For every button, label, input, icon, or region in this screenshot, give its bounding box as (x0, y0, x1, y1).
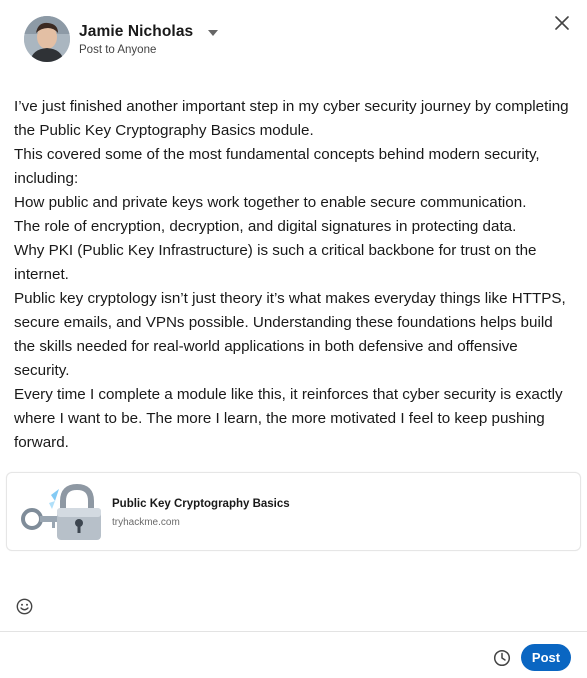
editor-paragraph: This covered some of the most fundamenta… (14, 146, 540, 187)
user-avatar-icon (24, 16, 70, 62)
link-preview-card[interactable]: Public Key Cryptography Basics tryhackme… (6, 472, 581, 551)
post-composer-header: Jamie Nicholas Post to Anyone (0, 0, 587, 80)
post-button[interactable]: Post (521, 644, 571, 671)
close-icon (555, 16, 569, 30)
post-visibility: Post to Anyone (79, 44, 157, 56)
schedule-post-button[interactable] (492, 648, 512, 668)
author-name: Jamie Nicholas (79, 23, 194, 41)
padlock-key-icon (19, 481, 105, 542)
footer-divider (0, 631, 587, 632)
editor-paragraph: Public key cryptology isn’t just theory … (14, 290, 566, 379)
editor-paragraph: The role of encryption, decryption, and … (14, 218, 517, 235)
link-preview-title: Public Key Cryptography Basics (112, 498, 290, 510)
author-selector[interactable]: Jamie Nicholas (79, 23, 218, 41)
emoji-button[interactable] (15, 597, 33, 615)
link-preview-domain: tryhackme.com (112, 517, 180, 528)
editor-paragraph: How public and private keys work togethe… (14, 194, 527, 211)
editor-paragraph: I’ve just finished another important ste… (14, 98, 569, 139)
avatar[interactable] (24, 16, 70, 62)
editor-paragraph: Every time I complete a module like this… (14, 386, 563, 451)
smiley-icon (16, 598, 32, 614)
clock-icon (493, 649, 511, 667)
editor-paragraph: Why PKI (Public Key Infrastructure) is s… (14, 242, 537, 283)
caret-down-icon (207, 23, 218, 41)
post-text-editor[interactable]: I’ve just finished another important ste… (14, 95, 576, 455)
close-button[interactable] (551, 12, 573, 34)
